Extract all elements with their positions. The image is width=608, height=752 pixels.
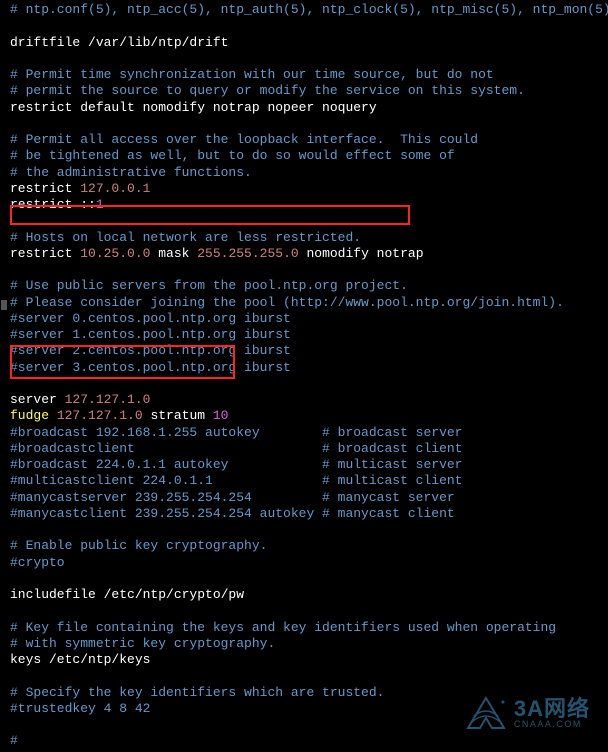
config-line: [10, 116, 598, 132]
config-line: #broadcastclient # broadcast client: [10, 441, 598, 457]
config-line: restrict 127.0.0.1: [10, 181, 598, 197]
config-line: restrict 10.25.0.0 mask 255.255.255.0 no…: [10, 246, 598, 262]
config-line: #server 3.centos.pool.ntp.org iburst: [10, 360, 598, 376]
config-line: # Specify the key identifiers which are …: [10, 685, 598, 701]
config-line: #server 1.centos.pool.ntp.org iburst: [10, 327, 598, 343]
config-line: # Permit time synchronization with our t…: [10, 67, 598, 83]
config-line: # Hosts on local network are less restri…: [10, 230, 598, 246]
config-line: # Please consider joining the pool (http…: [10, 295, 598, 311]
config-line: # Permit all access over the loopback in…: [10, 132, 598, 148]
config-line: #broadcast 224.0.1.1 autokey # multicast…: [10, 457, 598, 473]
config-line: [10, 213, 598, 229]
config-line: #multicastclient 224.0.1.1 # multicast c…: [10, 473, 598, 489]
config-line: restrict ::1: [10, 197, 598, 213]
config-line: server 127.127.1.0: [10, 392, 598, 408]
config-line: restrict default nomodify notrap nopeer …: [10, 100, 598, 116]
config-line: # Enable public key cryptography.: [10, 538, 598, 554]
config-line: # ntp.conf(5), ntp_acc(5), ntp_auth(5), …: [10, 2, 598, 18]
config-file-view: # ntp.conf(5), ntp_acc(5), ntp_auth(5), …: [10, 2, 598, 750]
config-line: # with symmetric key cryptography.: [10, 636, 598, 652]
config-line: [10, 522, 598, 538]
config-line: #: [10, 733, 598, 749]
config-line: #manycastclient 239.255.254.254 autokey …: [10, 506, 598, 522]
config-line: #manycastserver 239.255.254.254 # manyca…: [10, 490, 598, 506]
config-line: [10, 668, 598, 684]
config-line: [10, 376, 598, 392]
config-line: #crypto: [10, 555, 598, 571]
config-line: # the administrative functions.: [10, 165, 598, 181]
config-line: #broadcast 192.168.1.255 autokey # broad…: [10, 425, 598, 441]
config-line: [10, 571, 598, 587]
gutter-indicator: [1, 300, 7, 310]
config-line: fudge 127.127.1.0 stratum 10: [10, 408, 598, 424]
config-line: [10, 603, 598, 619]
config-line: # be tightened as well, but to do so wou…: [10, 148, 598, 164]
config-line: #server 0.centos.pool.ntp.org iburst: [10, 311, 598, 327]
config-line: [10, 262, 598, 278]
config-line: #trustedkey 4 8 42: [10, 701, 598, 717]
config-line: includefile /etc/ntp/crypto/pw: [10, 587, 598, 603]
config-line: [10, 18, 598, 34]
config-line: [10, 717, 598, 733]
config-line: keys /etc/ntp/keys: [10, 652, 598, 668]
config-line: #server 2.centos.pool.ntp.org iburst: [10, 343, 598, 359]
config-line: driftfile /var/lib/ntp/drift: [10, 35, 598, 51]
config-line: # permit the source to query or modify t…: [10, 83, 598, 99]
config-line: [10, 51, 598, 67]
config-line: # Use public servers from the pool.ntp.o…: [10, 278, 598, 294]
config-line: # Key file containing the keys and key i…: [10, 620, 598, 636]
